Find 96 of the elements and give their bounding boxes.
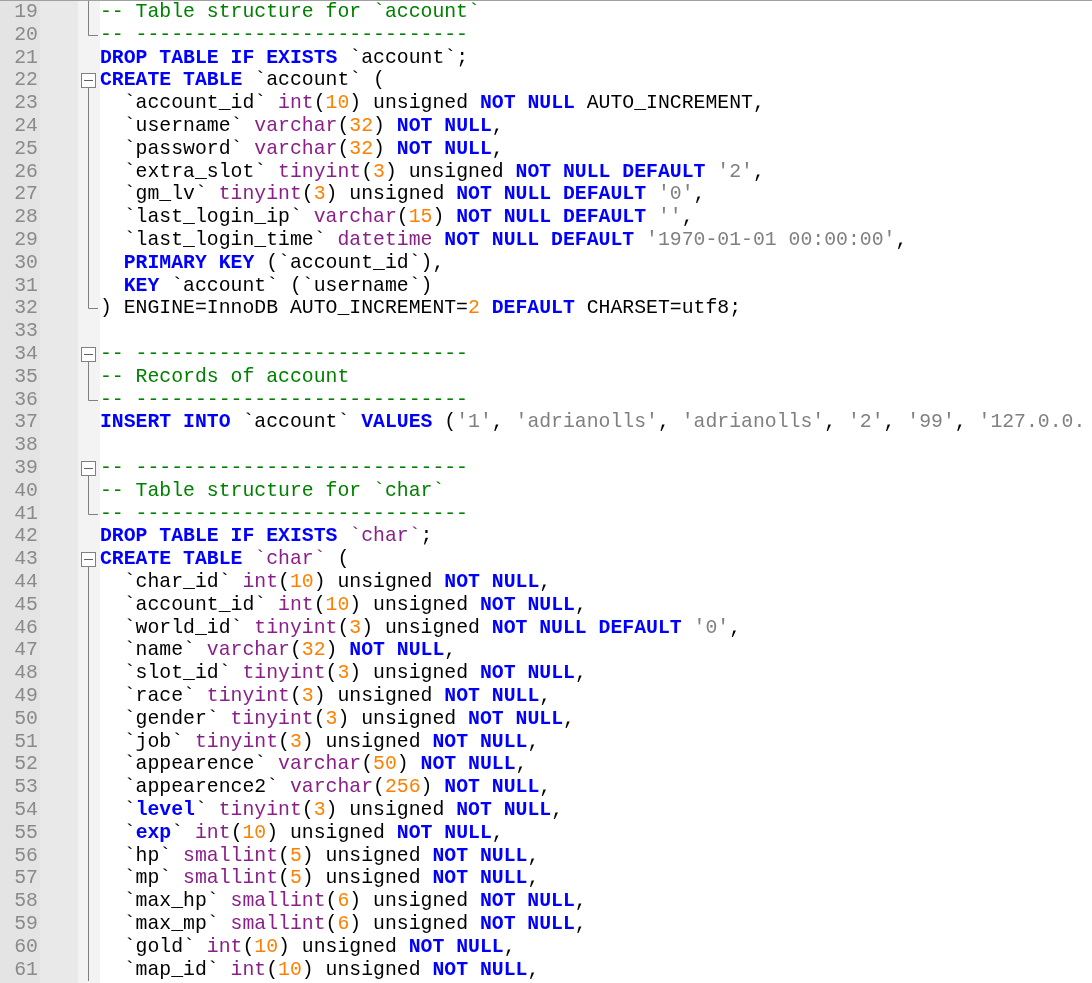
fold-end-line — [88, 297, 99, 310]
code-line: `exp` int(10) unsigned NOT NULL, — [122, 821, 505, 845]
code-editor[interactable] — [0, 0, 1092, 983]
code-line: -- ---------------------------- — [100, 457, 469, 480]
line-number: 21 — [13, 46, 39, 70]
code-line: DROP TABLE IF EXISTS `account`; — [100, 46, 469, 70]
code-line: `max_hp` smallint(6) unsigned NOT NULL, — [122, 890, 588, 913]
line-number: 55 — [13, 821, 39, 845]
line-number: 59 — [13, 912, 39, 936]
code-line: `mp` smallint(5) unsigned NOT NULL, — [122, 867, 541, 891]
line-number: 58 — [13, 890, 39, 913]
line-number: 27 — [13, 183, 39, 207]
code-line: -- ---------------------------- — [100, 23, 469, 47]
fold-guide-line — [88, 365, 89, 389]
code-line: `job` tinyint(3) unsigned NOT NULL, — [122, 730, 541, 754]
code-line: KEY `account` (`username`) — [122, 274, 434, 298]
line-number: 49 — [13, 685, 39, 708]
fold-end-line — [88, 502, 99, 515]
line-number: 57 — [13, 867, 39, 891]
fold-guide-line — [88, 479, 89, 503]
code-line: `max_mp` smallint(6) unsigned NOT NULL, — [122, 912, 588, 936]
line-number: 20 — [13, 23, 39, 47]
code-line: INSERT INTO `account` VALUES ('1', 'adrianolls', 'adrianolls', '2', '99', '127.0.0. — [100, 411, 1087, 435]
line-number: 52 — [13, 753, 39, 777]
code-line: `gold` int(10) unsigned NOT NULL, — [122, 935, 517, 959]
fold-collapse-icon[interactable] — [81, 552, 96, 572]
line-number: 19 — [13, 1, 39, 24]
code-line: `last_login_time` datetime NOT NULL DEFAULT '1970-01-01 00:00:00', — [122, 229, 909, 252]
code-line: CREATE TABLE `account` ( — [100, 69, 386, 93]
code-line: DROP TABLE IF EXISTS `char`; — [100, 525, 434, 549]
code-line: `level` tinyint(3) unsigned NOT NULL, — [122, 799, 564, 822]
code-line: -- ---------------------------- — [100, 388, 469, 412]
code-line: `char_id` int(10) unsigned NOT NULL, — [122, 571, 553, 594]
line-number: 31 — [13, 274, 39, 298]
line-number: 33 — [13, 320, 39, 343]
code-line: -- Table structure for `account` — [100, 1, 481, 24]
line-number: 30 — [13, 251, 39, 275]
code-line: `appearence2` varchar(256) NOT NULL, — [122, 776, 553, 799]
code-line: `race` tinyint(3) unsigned NOT NULL, — [122, 685, 553, 708]
line-number: 51 — [13, 730, 39, 754]
code-line: `gender` tinyint(3) unsigned NOT NULL, — [122, 707, 576, 731]
line-number: 46 — [13, 616, 39, 640]
code-line: PRIMARY KEY (`account_id`), — [122, 251, 446, 275]
fold-collapse-icon[interactable] — [81, 346, 96, 366]
line-number: 54 — [13, 799, 39, 822]
line-number: 38 — [13, 434, 39, 457]
line-number: 39 — [13, 457, 39, 480]
code-line: `username` varchar(32) NOT NULL, — [122, 115, 505, 138]
fold-collapse-icon[interactable] — [81, 460, 96, 480]
line-number: 42 — [13, 525, 39, 549]
code-line: ) ENGINE=InnoDB AUTO_INCREMENT=2 DEFAULT CHARSET=utf8; — [100, 297, 743, 321]
line-number: 47 — [13, 639, 39, 663]
line-number: 36 — [13, 388, 39, 412]
code-line: -- Records of account — [100, 365, 351, 389]
line-number: 25 — [13, 137, 39, 161]
line-number: 23 — [13, 92, 39, 116]
line-number: 44 — [13, 571, 39, 594]
line-number: 22 — [13, 69, 39, 93]
line-number: 48 — [13, 662, 39, 685]
fold-end-line — [88, 388, 99, 401]
line-number: 41 — [13, 502, 39, 526]
line-number: 40 — [13, 479, 39, 503]
code-line: `appearence` varchar(50) NOT NULL, — [122, 753, 529, 777]
code-line: `hp` smallint(5) unsigned NOT NULL, — [122, 844, 541, 868]
code-line: `name` varchar(32) NOT NULL, — [122, 639, 458, 663]
line-number: 37 — [13, 411, 39, 435]
fold-end-line — [88, 23, 99, 36]
line-number: 24 — [13, 115, 39, 138]
line-number: 32 — [13, 297, 39, 321]
line-number: 28 — [13, 206, 39, 230]
code-line: `gm_lv` tinyint(3) unsigned NOT NULL DEFAULT '0', — [122, 183, 707, 207]
line-number: 50 — [13, 707, 39, 731]
fold-guide-line — [88, 1, 89, 24]
line-number: 26 — [13, 160, 39, 184]
line-number: 56 — [13, 844, 39, 868]
code-line: `map_id` int(10) unsigned NOT NULL, — [122, 958, 541, 982]
line-number: 61 — [13, 958, 39, 982]
code-line: -- ---------------------------- — [100, 502, 469, 526]
line-number: 34 — [13, 343, 39, 366]
code-line: `account_id` int(10) unsigned NOT NULL AUTO_INCREMENT, — [122, 92, 766, 116]
line-number: 45 — [13, 593, 39, 617]
code-line: CREATE TABLE `char` ( — [100, 548, 351, 571]
fold-collapse-icon[interactable] — [81, 73, 96, 93]
code-line: -- Table structure for `char` — [100, 479, 446, 503]
line-number: 43 — [13, 548, 39, 571]
code-line: -- ---------------------------- — [100, 343, 469, 366]
code-line: `world_id` tinyint(3) unsigned NOT NULL DEFAULT '0', — [122, 616, 743, 640]
line-number: 35 — [13, 365, 39, 389]
code-line: `password` varchar(32) NOT NULL, — [122, 137, 505, 161]
line-number: 53 — [13, 776, 39, 799]
code-line: `extra_slot` tinyint(3) unsigned NOT NULL DEFAULT '2', — [122, 160, 766, 184]
code-line: `last_login_ip` varchar(15) NOT NULL DEFAULT '', — [122, 206, 695, 230]
line-number: 29 — [13, 229, 39, 252]
line-number: 60 — [13, 935, 39, 959]
code-line: `slot_id` tinyint(3) unsigned NOT NULL, — [122, 662, 588, 685]
code-line: `account_id` int(10) unsigned NOT NULL, — [122, 593, 588, 617]
